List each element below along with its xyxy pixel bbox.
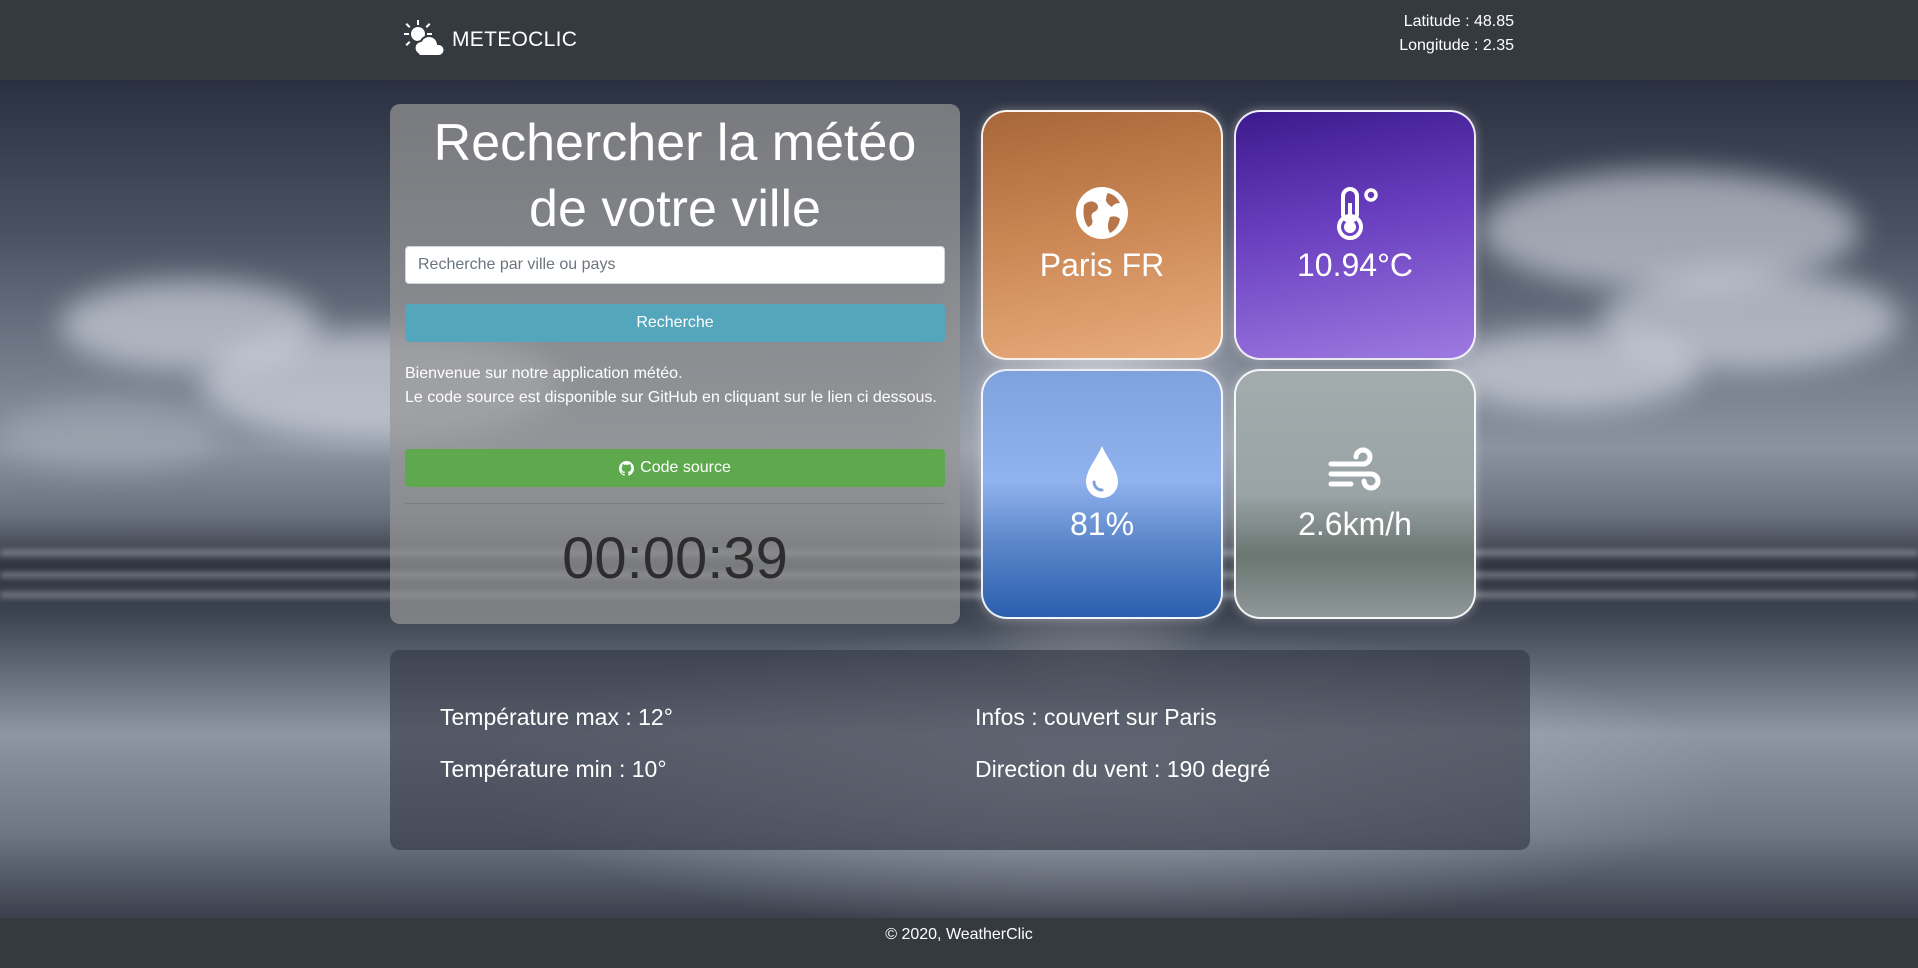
longitude-text: Longitude : 2.35 xyxy=(1399,37,1514,54)
wind-value: 2.6km/h xyxy=(1298,506,1412,542)
navbar: METEOCLIC Latitude : 48.85 Longitude : 2… xyxy=(0,0,1918,80)
brand-name: METEOCLIC xyxy=(452,28,578,51)
source-code-button[interactable]: Code source xyxy=(405,449,945,487)
temp-max-text: Température max : 12° xyxy=(440,704,673,730)
coordinates: Latitude : 48.85 Longitude : 2.35 xyxy=(1399,10,1514,58)
latitude-text: Latitude : 48.85 xyxy=(1403,13,1514,30)
clock-display: 00:00:39 xyxy=(562,526,788,591)
copyright-text: © 2020, WeatherClic xyxy=(885,926,1033,943)
city-tile: Paris FR xyxy=(981,110,1223,360)
droplet-icon xyxy=(1086,446,1118,498)
wind-icon xyxy=(1328,447,1381,491)
brand-link[interactable]: METEOCLIC xyxy=(404,18,577,62)
sun-cloud-icon xyxy=(404,20,446,57)
weather-info-text: Infos : couvert sur Paris xyxy=(975,704,1217,730)
welcome-line2: Le code source est disponible sur GitHub… xyxy=(405,389,937,406)
city-search-input[interactable] xyxy=(405,246,945,284)
city-value: Paris FR xyxy=(1039,247,1165,283)
wind-tile: 2.6km/h xyxy=(1234,369,1476,619)
temperature-tile: 10.94°C xyxy=(1234,110,1476,360)
source-code-label: Code source xyxy=(640,459,731,476)
footer: © 2020, WeatherClic xyxy=(0,918,1918,968)
temperature-value: 10.94°C xyxy=(1297,247,1413,283)
search-title-line1: Rechercher la météo xyxy=(433,114,917,172)
divider xyxy=(405,503,945,504)
github-icon xyxy=(619,460,635,476)
thermometer-icon xyxy=(1337,187,1378,240)
search-panel: Rechercher la météo de votre ville Reche… xyxy=(390,104,960,624)
details-panel: Température max : 12° Température min : … xyxy=(390,650,1530,850)
wind-direction-text: Direction du vent : 190 degré xyxy=(975,756,1271,782)
globe-icon xyxy=(1076,187,1128,239)
welcome-line1: Bienvenue sur notre application météo. xyxy=(405,365,683,382)
search-title: Rechercher la météo de votre ville xyxy=(390,110,960,242)
temp-min-text: Température min : 10° xyxy=(440,756,667,782)
humidity-tile: 81% xyxy=(981,369,1223,619)
search-title-line2: de votre ville xyxy=(529,180,821,238)
search-button-label: Recherche xyxy=(636,314,714,331)
search-button[interactable]: Recherche xyxy=(405,304,945,342)
humidity-value: 81% xyxy=(1069,506,1135,542)
welcome-text: Bienvenue sur notre application météo. L… xyxy=(405,362,945,410)
